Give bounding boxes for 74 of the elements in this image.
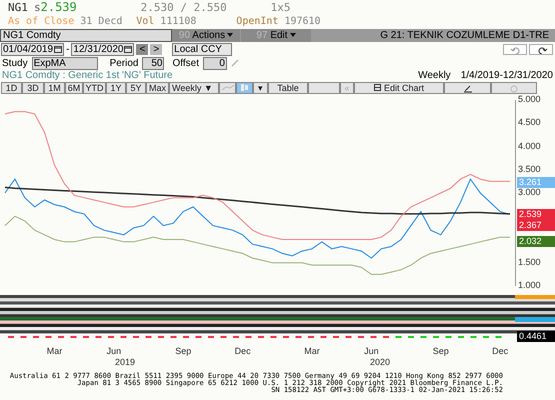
axis-label: 4.500: [518, 118, 541, 128]
range-button[interactable]: YTD: [83, 82, 106, 94]
axis-label: Mar: [46, 345, 62, 358]
axis-label: Jun: [106, 345, 122, 358]
line-chart-button[interactable]: [219, 82, 236, 94]
range-button[interactable]: 6M: [65, 82, 83, 94]
indicator-value: 0.4461: [517, 331, 555, 342]
range-button[interactable]: 5Y: [126, 82, 146, 94]
chart-icon: [374, 84, 381, 91]
frequency-label: Weekly: [418, 70, 451, 80]
screen-title: G 21: TEKNIK COZUMLEME D1-TRE: [379, 29, 550, 42]
range-button[interactable]: 1Y: [106, 82, 126, 94]
annotation-icon[interactable]: [444, 82, 491, 94]
period-field[interactable]: 50: [142, 56, 164, 70]
end-date-field[interactable]: 12/31/2020: [71, 43, 134, 56]
period-label: Period: [110, 58, 138, 68]
next-button[interactable]: >: [150, 44, 162, 55]
axis-label: Sep: [175, 345, 192, 358]
price-tag: 2.032: [517, 236, 555, 247]
offset-field[interactable]: 0: [202, 56, 227, 70]
pencil-icon[interactable]: [230, 59, 239, 67]
axis-label: 1.000: [518, 281, 541, 290]
offset-label: Offset: [172, 58, 199, 68]
axis-label: 3.500: [518, 164, 541, 174]
caret-icon: [290, 33, 296, 38]
security-description: NG1 Comdty : Generic 1st 'NG' Future: [2, 70, 173, 80]
source-code: s: [34, 1, 41, 15]
year-label: 2020: [370, 356, 390, 369]
redo-icon[interactable]: [529, 44, 553, 55]
date-separator: -: [66, 44, 70, 55]
last-price: 2.539: [40, 0, 78, 14]
volume-label: Vol: [136, 15, 154, 28]
edit-chart-button[interactable]: Edit Chart: [354, 82, 444, 94]
close-date: 31 Decd: [80, 15, 124, 28]
previous-button[interactable]: <: [136, 44, 148, 55]
axis-label: 1.500: [518, 258, 541, 267]
price-tag: 3.261: [517, 177, 555, 188]
candlestick-icon: [241, 84, 248, 91]
open-interest-label: OpenInt: [236, 15, 278, 28]
range-button[interactable]: 1M: [44, 82, 65, 94]
axis-label: Dec: [234, 345, 251, 358]
bid-ask: 2.530 / 2.550: [140, 1, 228, 15]
price-tag: 2.367: [517, 220, 555, 231]
ticker: NG1: [8, 1, 29, 15]
frequency-dropdown[interactable]: Weekly ▼: [169, 82, 219, 94]
calendar-icon[interactable]: [54, 46, 62, 53]
open-interest: 197610: [284, 15, 321, 28]
currency-dropdown[interactable]: Local CCY: [172, 43, 232, 56]
size: 1x5: [270, 1, 290, 15]
axis-label: Mar: [304, 345, 320, 358]
axis-label: Dec: [492, 345, 508, 358]
study-label: Study: [2, 58, 28, 68]
price-tag: 2.539: [517, 209, 555, 220]
security-field[interactable]: NG1 Comdty: [0, 29, 172, 42]
caret-icon: [227, 33, 234, 38]
year-label: 2019: [114, 356, 136, 369]
axis-label: 5.000: [518, 95, 541, 104]
volume: 111108: [160, 15, 198, 28]
table-button[interactable]: Table: [268, 82, 308, 94]
start-date-field[interactable]: 01/04/2019: [1, 43, 64, 56]
range-button[interactable]: Max: [146, 82, 169, 94]
candle-chart-button[interactable]: [236, 82, 253, 94]
range-button[interactable]: 1D: [1, 82, 22, 94]
date-range: 1/4/2019-12/31/2020: [460, 70, 553, 80]
axis-label: 4.000: [518, 142, 541, 150]
axis-label: Jun: [364, 345, 379, 358]
axis-label: 3.000: [518, 188, 541, 197]
chart-options-dropdown[interactable]: ▾: [253, 82, 268, 94]
calendar-icon[interactable]: [124, 46, 132, 53]
study-dropdown[interactable]: ExpMA: [32, 56, 98, 70]
close-label: As of Close: [8, 15, 74, 28]
line-chart-icon: [222, 84, 234, 91]
axis-label: Sep: [432, 345, 449, 358]
range-button[interactable]: 3D: [22, 82, 44, 94]
